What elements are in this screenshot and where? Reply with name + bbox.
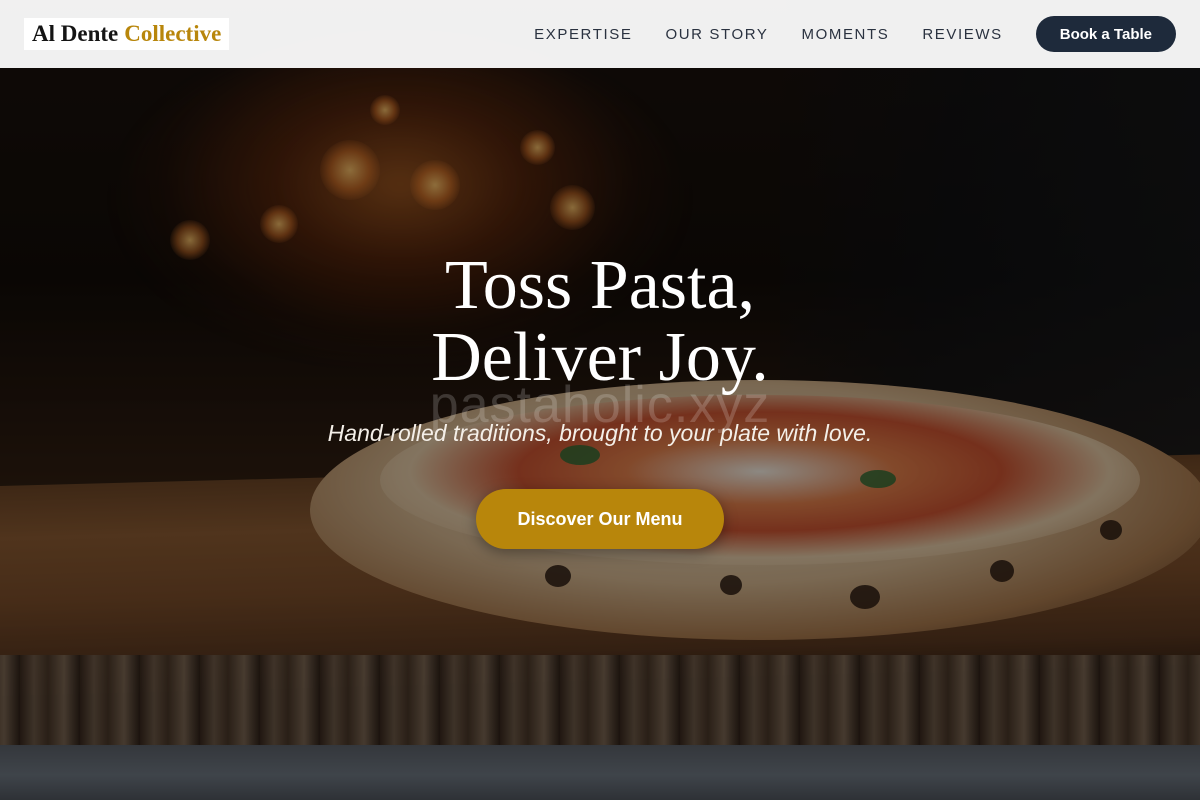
brand-name-accent: Collective bbox=[124, 21, 222, 46]
nav-link-moments[interactable]: MOMENTS bbox=[801, 26, 889, 43]
brand-logo[interactable]: Al Dente Collective bbox=[24, 18, 230, 50]
nav-link-reviews[interactable]: REVIEWS bbox=[922, 26, 1002, 43]
hero-subtitle: Hand-rolled traditions, brought to your … bbox=[327, 420, 873, 446]
book-table-button[interactable]: Book a Table bbox=[1035, 16, 1176, 52]
nav-link-expertise[interactable]: EXPERTISE bbox=[534, 26, 632, 43]
top-navbar: Al Dente Collective EXPERTISE OUR STORY … bbox=[0, 0, 1200, 68]
nav-link-our-story[interactable]: OUR STORY bbox=[665, 26, 768, 43]
hero-title-line-1: Toss Pasta, bbox=[444, 247, 756, 324]
brand-name-primary: Al Dente bbox=[32, 21, 119, 46]
discover-menu-button[interactable]: Discover Our Menu bbox=[476, 489, 724, 549]
main-nav: EXPERTISE OUR STORY MOMENTS REVIEWS bbox=[534, 26, 1003, 43]
hero-content: Toss Pasta, Deliver Joy. Hand-rolled tra… bbox=[0, 250, 1200, 549]
hero-title: Toss Pasta, Deliver Joy. bbox=[0, 250, 1200, 394]
hero-title-line-2: Deliver Joy. bbox=[431, 319, 769, 396]
